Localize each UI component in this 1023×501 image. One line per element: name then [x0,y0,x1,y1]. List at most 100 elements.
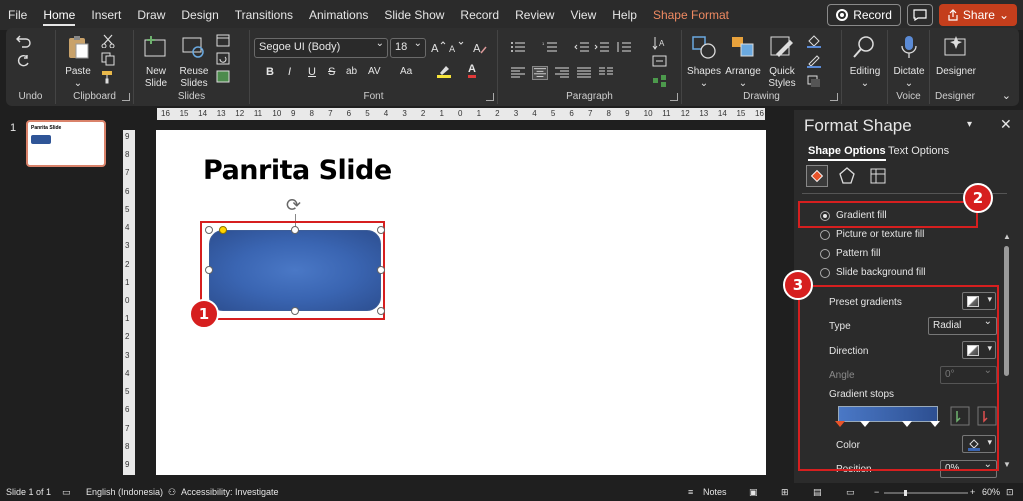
align-right-icon[interactable] [554,66,570,80]
increase-indent-icon[interactable] [594,40,610,54]
resize-handle-top[interactable] [291,226,299,234]
shape-effects-icon[interactable] [806,74,822,88]
paragraph-launcher[interactable] [670,93,678,101]
tab-shape-options[interactable]: Shape Options [808,145,886,161]
tab-design[interactable]: Design [173,0,226,30]
redo-icon[interactable] [16,54,32,68]
scroll-down-icon[interactable]: ▼ [1003,460,1011,469]
zoom-in-icon[interactable]: + [970,487,975,497]
tab-animations[interactable]: Animations [301,0,376,30]
new-slide-button[interactable]: New Slide [138,32,174,90]
pane-scrollbar[interactable] [1004,246,1009,376]
resize-handle-top-right[interactable] [377,226,385,234]
change-case-button[interactable]: Aa [400,66,412,77]
drawing-launcher[interactable] [830,93,838,101]
cut-icon[interactable] [100,34,116,48]
radio-pattern-fill[interactable]: Pattern fill [820,248,880,259]
fit-slide-icon[interactable]: ⊡ [1006,487,1014,498]
increase-font-icon[interactable]: A [430,40,446,54]
line-spacing-icon[interactable] [616,40,632,54]
arrange-button[interactable]: Arrange ⌄ [724,32,762,90]
font-size-combo[interactable]: 18 [390,38,426,58]
align-left-icon[interactable] [510,66,526,80]
record-button[interactable]: Record [827,4,901,26]
shapes-button[interactable]: Shapes ⌄ [686,32,722,90]
comments-button[interactable] [906,4,933,26]
adjust-handle[interactable] [219,226,227,234]
resize-handle-bottom[interactable] [291,307,299,315]
slide-title[interactable]: Panrita Slide [203,155,392,186]
highlight-icon[interactable] [436,64,452,78]
tab-slide-show[interactable]: Slide Show [376,0,452,30]
font-name-combo[interactable]: Segoe UI (Body) [254,38,388,58]
rotate-handle-icon[interactable]: ⟳ [286,195,301,216]
format-painter-icon[interactable] [100,70,116,84]
dictate-button[interactable]: Dictate ⌄ [890,32,928,90]
copy-icon[interactable] [100,52,116,66]
italic-button[interactable]: I [288,66,291,78]
tab-view[interactable]: View [562,0,604,30]
close-icon[interactable]: ✕ [1000,116,1012,133]
scroll-up-icon[interactable]: ▲ [1003,232,1011,241]
tab-shape-format[interactable]: Shape Format [645,0,737,30]
reuse-slides-button[interactable]: Reuse Slides [176,32,212,90]
align-center-icon[interactable] [532,66,548,80]
accessibility-status[interactable]: Accessibility: Investigate [181,487,279,497]
resize-handle-bottom-right[interactable] [377,307,385,315]
zoom-out-icon[interactable]: − [874,487,879,497]
tab-record[interactable]: Record [452,0,507,30]
tab-file[interactable]: File [0,0,35,30]
decrease-font-icon[interactable]: A [448,40,464,54]
notes-button[interactable]: Notes [703,487,727,497]
tab-draw[interactable]: Draw [129,0,173,30]
decrease-indent-icon[interactable] [574,40,590,54]
language-status[interactable]: English (Indonesia) [86,487,163,497]
tab-review[interactable]: Review [507,0,562,30]
share-button[interactable]: Share ⌄ [938,4,1017,26]
tab-transitions[interactable]: Transitions [227,0,301,30]
clear-formatting-icon[interactable]: A [472,40,488,54]
shadow-button[interactable]: ab [346,66,357,77]
slide-sorter-icon[interactable]: ⊞ [781,487,789,498]
size-properties-icon[interactable] [867,165,889,187]
zoom-level[interactable]: 60% [982,487,1000,497]
text-direction-icon[interactable]: A [652,36,668,50]
editing-button[interactable]: Editing ⌄ [846,32,884,90]
tab-home[interactable]: Home [35,0,83,30]
font-launcher[interactable] [486,93,494,101]
spell-check-icon[interactable]: ▭ [62,487,71,498]
reset-icon[interactable] [216,52,232,66]
accessibility-icon[interactable]: ⚇ [168,487,176,498]
reading-view-icon[interactable]: ▤ [813,487,822,498]
tab-help[interactable]: Help [604,0,645,30]
clipboard-launcher[interactable] [122,93,130,101]
slideshow-icon[interactable]: ▭ [846,487,855,498]
strikethrough-button[interactable]: S [328,66,335,78]
section-icon[interactable] [216,70,232,84]
justify-icon[interactable] [576,66,592,80]
align-text-icon[interactable] [652,54,668,68]
slide-canvas[interactable]: Panrita Slide ⟳ 1 [156,130,766,475]
shape-outline-icon[interactable] [806,54,822,68]
normal-view-icon[interactable]: ▣ [749,487,758,498]
font-color-button[interactable]: A [468,64,476,78]
effects-icon[interactable] [836,165,858,187]
numbering-icon[interactable]: 1 [542,40,558,54]
bold-button[interactable]: B [266,66,274,78]
resize-handle-right[interactable] [377,266,385,274]
bullets-icon[interactable] [510,40,526,54]
tab-insert[interactable]: Insert [83,0,129,30]
designer-button[interactable]: Designer [932,32,980,78]
collapse-ribbon-icon[interactable]: ⌄ [1002,89,1011,102]
notes-icon[interactable]: ≡ [688,487,693,497]
pane-options-icon[interactable]: ▾ [967,119,972,130]
resize-handle-left[interactable] [205,266,213,274]
zoom-slider[interactable] [884,490,968,496]
character-spacing-button[interactable]: AV [368,66,381,77]
radio-slide-background-fill[interactable]: Slide background fill [820,267,926,278]
fill-line-icon[interactable] [806,165,828,187]
smartart-icon[interactable] [652,74,668,88]
underline-button[interactable]: U [308,66,316,78]
quick-styles-button[interactable]: Quick Styles [764,32,800,90]
tab-text-options[interactable]: Text Options [888,145,949,157]
